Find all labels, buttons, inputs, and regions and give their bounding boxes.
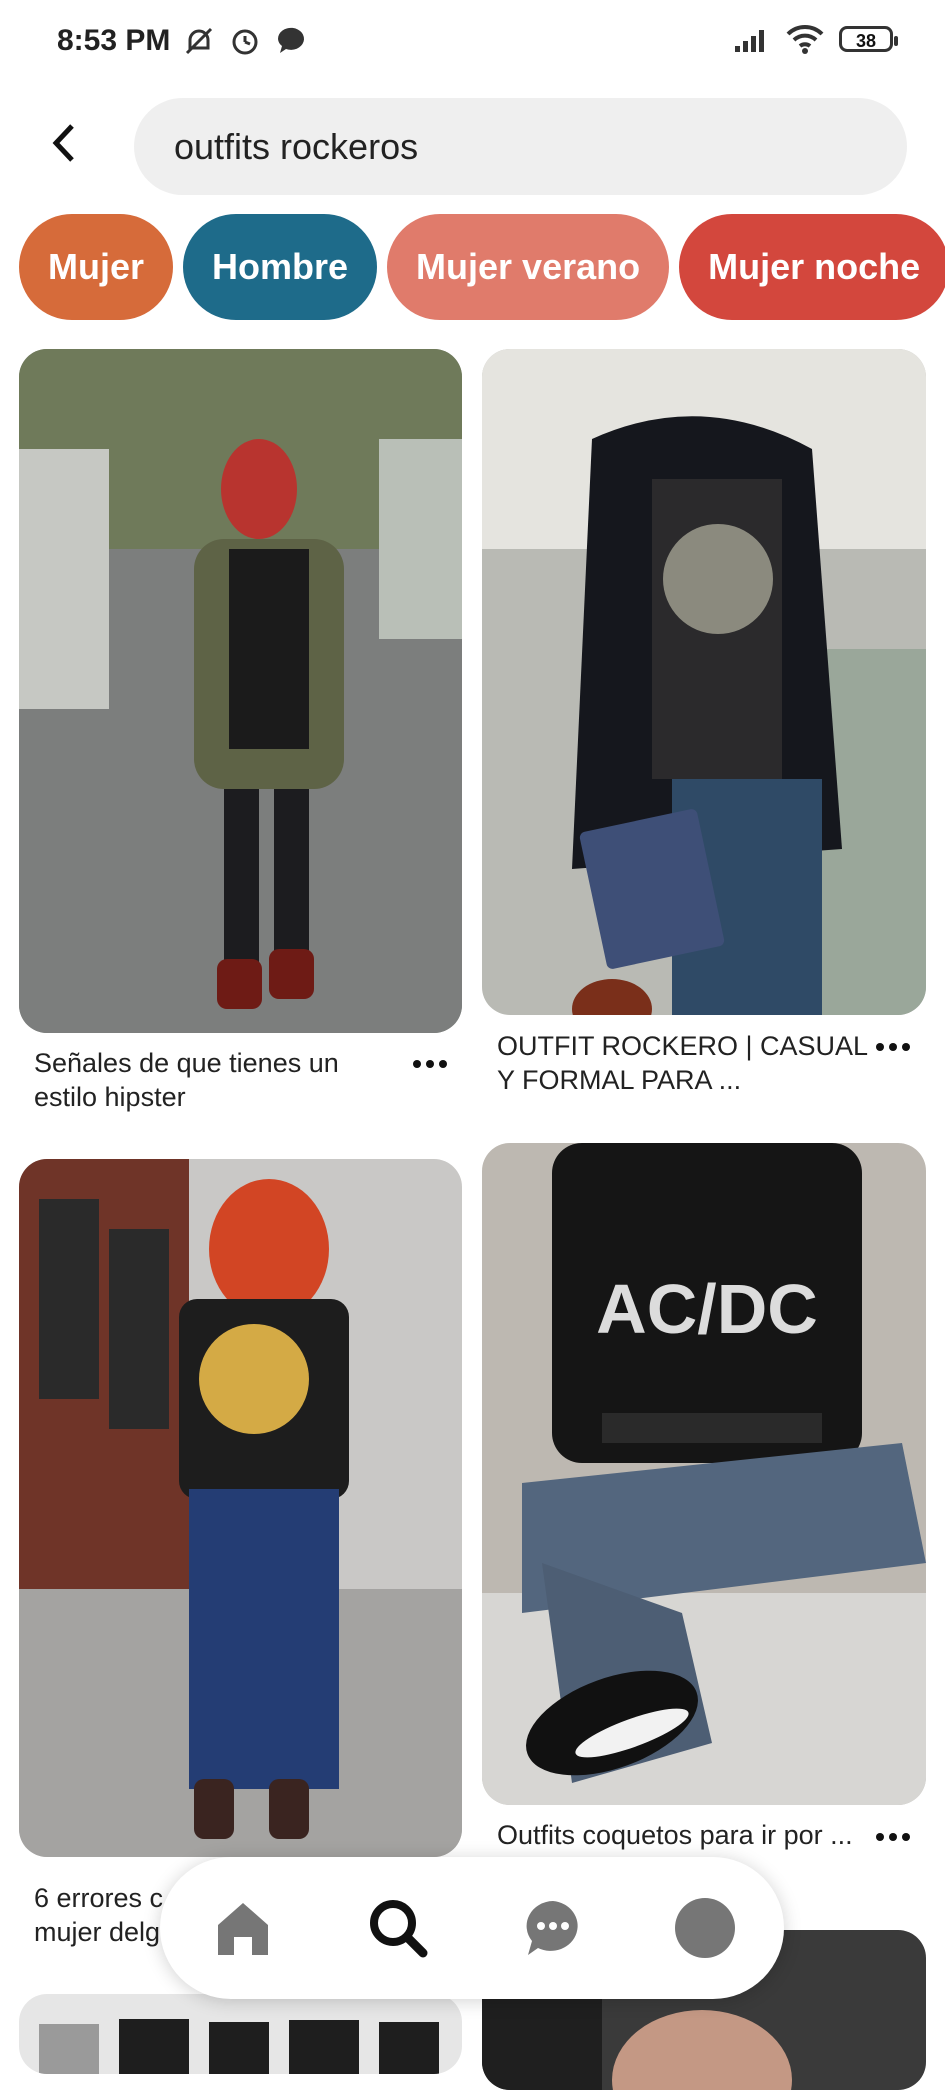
nav-profile[interactable] <box>670 1893 740 1963</box>
profile-icon <box>675 1898 735 1958</box>
pin-caption: Señales de que tienes un estilo hipster <box>34 1048 339 1112</box>
chat-bubble-icon <box>277 27 304 53</box>
photo-street-outfit <box>19 349 462 1033</box>
nav-search[interactable] <box>363 1893 433 1963</box>
svg-text:AC/DC: AC/DC <box>596 1270 818 1348</box>
wifi-icon <box>786 24 824 54</box>
nav-messages[interactable] <box>518 1893 588 1963</box>
chip-mujer-verano[interactable]: Mujer verano <box>387 214 670 320</box>
more-dot <box>889 1043 897 1051</box>
more-dot <box>876 1043 884 1051</box>
pin-image[interactable]: AC/DC <box>482 1143 926 1805</box>
photo-shirts <box>19 1994 462 2074</box>
pin-image[interactable] <box>19 349 462 1033</box>
pin-image[interactable] <box>19 1994 462 2074</box>
more-dot <box>876 1833 884 1841</box>
bottom-nav <box>160 1857 784 1999</box>
back-button[interactable] <box>40 118 90 168</box>
photo-acdc-outfit: AC/DC <box>482 1143 926 1805</box>
photo-blazer-outfit <box>482 349 926 1015</box>
more-options-button[interactable] <box>876 1043 910 1053</box>
search-input[interactable]: outfits rockeros <box>134 98 907 195</box>
alarm-icon <box>232 29 258 55</box>
battery-icon: 38 <box>839 26 898 52</box>
search-query: outfits rockeros <box>174 126 419 167</box>
more-options-button[interactable] <box>876 1833 910 1843</box>
photo-jeans-outfit <box>19 1159 462 1857</box>
pin-caption: OUTFIT ROCKERO | CASUAL Y FORMAL PARA ..… <box>497 1031 868 1095</box>
chip-mujer[interactable]: Mujer <box>19 214 174 320</box>
chip-mujer-noche[interactable]: Mujer noche <box>679 214 945 320</box>
more-dot <box>902 1833 910 1841</box>
pin-image[interactable] <box>19 1159 462 1857</box>
status-left-icons <box>182 24 308 58</box>
nav-home[interactable] <box>208 1893 278 1963</box>
status-bar: 8:53 PM 38 <box>0 0 945 90</box>
home-icon <box>218 1903 268 1955</box>
more-dot <box>426 1060 434 1068</box>
status-right-icons: 38 <box>733 24 898 54</box>
more-dot <box>889 1833 897 1841</box>
more-dot <box>413 1060 421 1068</box>
search-icon <box>370 1900 428 1958</box>
more-dot <box>902 1043 910 1051</box>
messages-icon <box>526 1901 578 1955</box>
mute-icon <box>185 27 213 55</box>
status-time: 8:53 PM <box>57 24 171 57</box>
chip-hombre[interactable]: Hombre <box>183 214 378 320</box>
more-options-button[interactable] <box>413 1060 447 1070</box>
chevron-left-icon <box>52 124 74 162</box>
pin-image[interactable] <box>482 349 926 1015</box>
signal-icon <box>735 30 764 52</box>
more-dot <box>439 1060 447 1068</box>
filter-chips: Mujer Hombre Mujer verano Mujer noche <box>19 214 945 320</box>
